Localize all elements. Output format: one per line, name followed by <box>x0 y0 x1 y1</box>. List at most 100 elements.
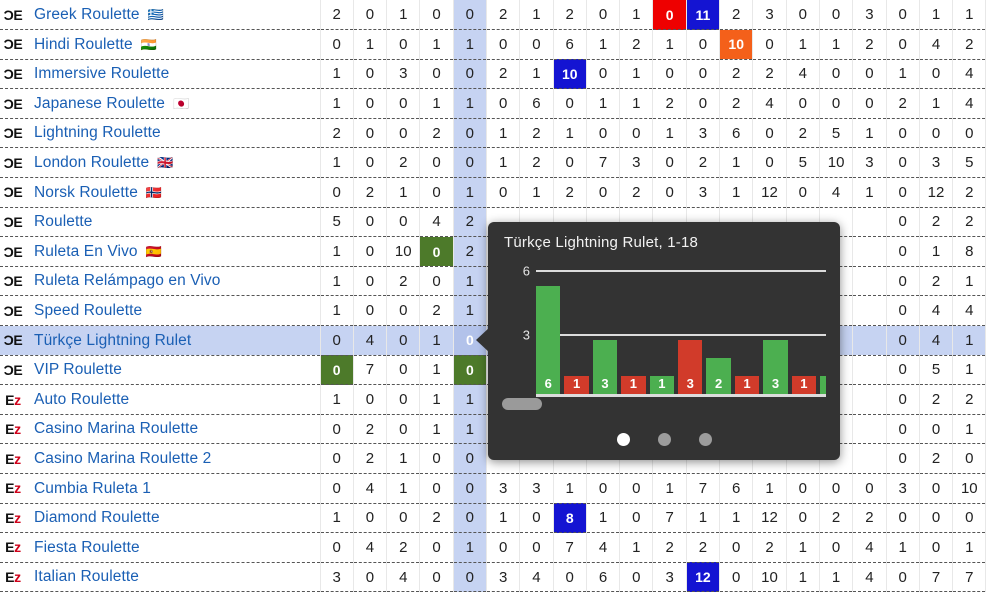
stat-cell[interactable]: 0 <box>453 0 487 31</box>
stat-cell[interactable]: 0 <box>586 118 621 149</box>
stat-cell[interactable]: 0 <box>619 118 654 149</box>
stat-cell[interactable]: 1 <box>419 384 454 415</box>
stat-cell[interactable]: 1 <box>486 147 521 179</box>
stat-cell[interactable]: 0 <box>419 532 454 563</box>
stat-cell[interactable]: 1 <box>453 532 487 563</box>
stat-cell[interactable]: 1 <box>419 88 454 119</box>
stat-cell[interactable]: 3 <box>686 118 721 149</box>
stat-cell[interactable]: 1 <box>786 29 820 60</box>
table-row[interactable]: Ez Italian Roulette 3 0 4 0 0 3 4 0 6 0 3 12 0 10 1 1 4 0 7 7 <box>0 562 986 593</box>
stat-cell[interactable]: 1 <box>852 177 887 208</box>
stat-cell[interactable]: 0 <box>353 207 388 238</box>
stat-cell[interactable]: 1 <box>619 532 654 563</box>
stat-cell[interactable]: 1 <box>886 59 920 90</box>
stat-cell[interactable]: 0 <box>919 503 954 534</box>
stat-cell[interactable]: 0 <box>353 503 388 534</box>
game-name-link[interactable]: Japanese Roulette <box>34 96 165 112</box>
stat-cell[interactable]: 0 <box>886 355 920 386</box>
game-name-link[interactable]: Lightning Roulette <box>34 125 161 141</box>
stat-cell[interactable]: 0 <box>819 532 854 563</box>
game-name-cell[interactable]: ƆE Ruleta En Vivo 🇪🇸 <box>0 236 321 267</box>
stat-cell[interactable]: 0 <box>786 88 820 119</box>
stat-cell[interactable]: 0 <box>453 118 487 149</box>
stat-cell[interactable]: 3 <box>886 473 920 504</box>
stat-cell[interactable]: 0 <box>886 443 920 474</box>
game-name-link[interactable]: Greek Roulette <box>34 7 140 23</box>
stat-cell[interactable]: 1 <box>453 266 487 297</box>
stat-cell[interactable]: 0 <box>819 0 854 31</box>
stat-cell[interactable]: 4 <box>353 325 388 356</box>
stat-cell[interactable]: 0 <box>752 29 787 60</box>
game-name-cell[interactable]: ƆE Immersive Roulette <box>0 59 321 90</box>
stat-cell[interactable]: 2 <box>386 532 421 563</box>
stat-cell[interactable]: 0 <box>386 29 421 60</box>
stat-cell[interactable]: 1 <box>819 562 854 593</box>
stat-cell[interactable]: 3 <box>919 147 954 179</box>
stat-cell[interactable]: 3 <box>386 59 421 90</box>
stat-cell[interactable]: 0 <box>453 59 487 90</box>
stat-cell[interactable]: 0 <box>752 147 787 179</box>
stat-cell[interactable]: 0 <box>686 59 721 90</box>
stat-cell[interactable]: 0 <box>453 503 487 534</box>
stat-cell[interactable]: 4 <box>852 532 887 563</box>
stat-cell[interactable]: 10 <box>752 562 787 593</box>
stat-cell[interactable]: 4 <box>919 325 954 356</box>
game-name-cell[interactable]: ƆE Norsk Roulette 🇳🇴 <box>0 177 321 208</box>
stat-cell[interactable]: 2 <box>519 118 554 149</box>
stat-cell[interactable]: 0 <box>586 59 621 90</box>
stat-cell[interactable]: 0 <box>886 384 920 415</box>
stat-cell[interactable]: 1 <box>952 414 986 445</box>
stat-cell[interactable]: 1 <box>320 384 354 415</box>
stat-cell[interactable]: 0 <box>919 414 954 445</box>
game-name-link[interactable]: Cumbia Ruleta 1 <box>34 481 151 497</box>
game-name-link[interactable]: Ruleta En Vivo <box>34 244 138 260</box>
stat-cell[interactable]: 0 <box>419 0 454 31</box>
stat-cell[interactable]: 2 <box>619 29 654 60</box>
stat-cell[interactable]: 0 <box>786 0 820 31</box>
stat-cell[interactable]: 11 <box>686 0 721 31</box>
stat-cell[interactable]: 1 <box>320 147 354 179</box>
tooltip-scrollbar-thumb[interactable] <box>502 398 542 410</box>
stat-cell[interactable]: 0 <box>886 236 920 267</box>
stat-cell[interactable]: 4 <box>819 177 854 208</box>
stat-cell[interactable]: 2 <box>419 295 454 327</box>
stat-cell[interactable]: 4 <box>386 562 421 593</box>
stat-cell[interactable]: 1 <box>686 503 721 534</box>
stat-cell[interactable]: 0 <box>586 473 621 504</box>
stat-cell[interactable]: 6 <box>553 29 587 60</box>
stat-cell[interactable]: 2 <box>719 88 754 119</box>
stat-cell[interactable]: 7 <box>586 147 621 179</box>
stat-cell[interactable]: 6 <box>719 118 754 149</box>
stat-cell[interactable]: 1 <box>619 0 654 31</box>
stat-cell[interactable]: 1 <box>786 562 820 593</box>
stat-cell[interactable]: 0 <box>353 295 388 327</box>
stat-cell[interactable]: 2 <box>819 503 854 534</box>
stat-cell[interactable]: 4 <box>586 532 621 563</box>
game-name-cell[interactable]: Ez Italian Roulette <box>0 562 321 593</box>
game-name-cell[interactable]: ƆE London Roulette 🇬🇧 <box>0 147 321 179</box>
stat-cell[interactable]: 2 <box>419 503 454 534</box>
stat-cell[interactable]: 1 <box>586 503 621 534</box>
stat-cell[interactable]: 1 <box>952 355 986 386</box>
game-name-cell[interactable]: Ez Casino Marina Roulette <box>0 414 321 445</box>
stat-cell[interactable]: 3 <box>686 177 721 208</box>
stat-cell[interactable]: 5 <box>919 355 954 386</box>
stat-cell[interactable] <box>852 443 887 474</box>
stat-cell[interactable]: 0 <box>419 266 454 297</box>
game-name-cell[interactable]: ƆE Roulette <box>0 207 321 238</box>
stat-cell[interactable]: 12 <box>919 177 954 208</box>
stat-cell[interactable]: 0 <box>886 147 920 179</box>
game-name-link[interactable]: Norsk Roulette <box>34 185 138 201</box>
stat-cell[interactable]: 1 <box>386 443 421 474</box>
stat-cell[interactable]: 0 <box>952 503 986 534</box>
stat-cell[interactable]: 1 <box>453 88 487 119</box>
tooltip-scrollbar-track[interactable] <box>488 396 840 412</box>
stat-cell[interactable]: 0 <box>453 355 487 386</box>
stat-cell[interactable]: 2 <box>353 414 388 445</box>
stat-cell[interactable]: 3 <box>619 147 654 179</box>
stat-cell[interactable]: 0 <box>353 118 388 149</box>
stat-cell[interactable]: 0 <box>952 443 986 474</box>
stat-cell[interactable]: 0 <box>786 503 820 534</box>
stat-cell[interactable]: 2 <box>752 532 787 563</box>
stat-cell[interactable]: 0 <box>719 532 754 563</box>
